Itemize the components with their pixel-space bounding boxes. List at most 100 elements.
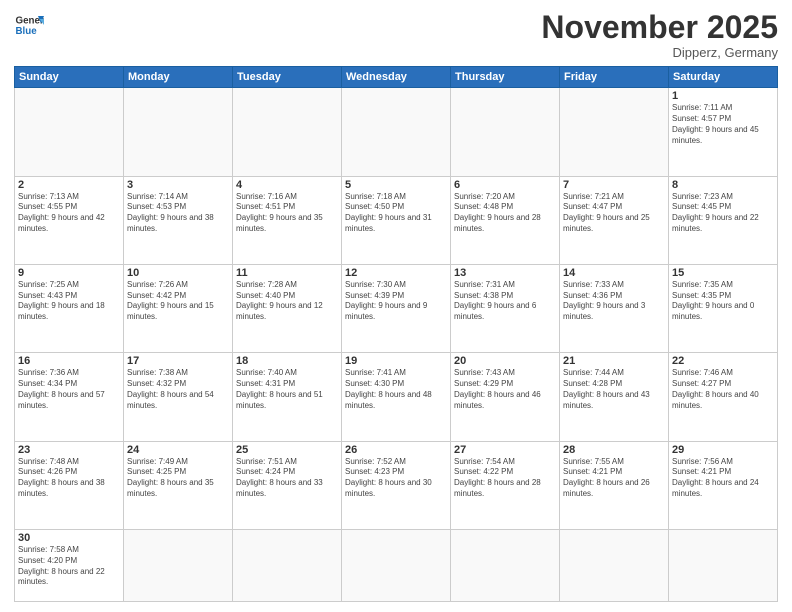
day-info: Sunrise: 7:55 AMSunset: 4:21 PMDaylight:… xyxy=(563,457,665,500)
table-row: 23 Sunrise: 7:48 AMSunset: 4:26 PMDaylig… xyxy=(15,441,778,529)
day-1: 1 Sunrise: 7:11 AMSunset: 4:57 PMDayligh… xyxy=(669,88,778,176)
day-number: 15 xyxy=(672,267,774,279)
day-number: 27 xyxy=(454,444,556,456)
day-17: 17 Sunrise: 7:38 AMSunset: 4:32 PMDaylig… xyxy=(124,353,233,441)
day-info: Sunrise: 7:38 AMSunset: 4:32 PMDaylight:… xyxy=(127,368,229,411)
day-info: Sunrise: 7:26 AMSunset: 4:42 PMDaylight:… xyxy=(127,280,229,323)
day-info: Sunrise: 7:23 AMSunset: 4:45 PMDaylight:… xyxy=(672,192,774,235)
table-row: 2 Sunrise: 7:13 AMSunset: 4:55 PMDayligh… xyxy=(15,176,778,264)
generalblue-icon: General Blue xyxy=(14,10,44,40)
day-info: Sunrise: 7:21 AMSunset: 4:47 PMDaylight:… xyxy=(563,192,665,235)
day-info: Sunrise: 7:48 AMSunset: 4:26 PMDaylight:… xyxy=(18,457,120,500)
day-9: 9 Sunrise: 7:25 AMSunset: 4:43 PMDayligh… xyxy=(15,264,124,352)
day-7: 7 Sunrise: 7:21 AMSunset: 4:47 PMDayligh… xyxy=(560,176,669,264)
empty-cell xyxy=(451,88,560,176)
day-number: 18 xyxy=(236,355,338,367)
day-number: 30 xyxy=(18,532,120,544)
day-info: Sunrise: 7:13 AMSunset: 4:55 PMDaylight:… xyxy=(18,192,120,235)
day-number: 8 xyxy=(672,179,774,191)
day-number: 2 xyxy=(18,179,120,191)
day-14: 14 Sunrise: 7:33 AMSunset: 4:36 PMDaylig… xyxy=(560,264,669,352)
day-11: 11 Sunrise: 7:28 AMSunset: 4:40 PMDaylig… xyxy=(233,264,342,352)
day-23: 23 Sunrise: 7:48 AMSunset: 4:26 PMDaylig… xyxy=(15,441,124,529)
day-20: 20 Sunrise: 7:43 AMSunset: 4:29 PMDaylig… xyxy=(451,353,560,441)
day-5: 5 Sunrise: 7:18 AMSunset: 4:50 PMDayligh… xyxy=(342,176,451,264)
day-info: Sunrise: 7:49 AMSunset: 4:25 PMDaylight:… xyxy=(127,457,229,500)
day-number: 29 xyxy=(672,444,774,456)
day-info: Sunrise: 7:56 AMSunset: 4:21 PMDaylight:… xyxy=(672,457,774,500)
day-info: Sunrise: 7:51 AMSunset: 4:24 PMDaylight:… xyxy=(236,457,338,500)
day-info: Sunrise: 7:46 AMSunset: 4:27 PMDaylight:… xyxy=(672,368,774,411)
day-number: 4 xyxy=(236,179,338,191)
day-29: 29 Sunrise: 7:56 AMSunset: 4:21 PMDaylig… xyxy=(669,441,778,529)
day-number: 9 xyxy=(18,267,120,279)
day-number: 10 xyxy=(127,267,229,279)
empty-cell xyxy=(451,529,560,601)
table-row: 1 Sunrise: 7:11 AMSunset: 4:57 PMDayligh… xyxy=(15,88,778,176)
day-number: 16 xyxy=(18,355,120,367)
day-info: Sunrise: 7:36 AMSunset: 4:34 PMDaylight:… xyxy=(18,368,120,411)
header-thursday: Thursday xyxy=(451,67,560,88)
day-info: Sunrise: 7:20 AMSunset: 4:48 PMDaylight:… xyxy=(454,192,556,235)
day-info: Sunrise: 7:58 AMSunset: 4:20 PMDaylight:… xyxy=(18,545,120,588)
day-10: 10 Sunrise: 7:26 AMSunset: 4:42 PMDaylig… xyxy=(124,264,233,352)
header-wednesday: Wednesday xyxy=(342,67,451,88)
empty-cell xyxy=(124,88,233,176)
day-13: 13 Sunrise: 7:31 AMSunset: 4:38 PMDaylig… xyxy=(451,264,560,352)
header-saturday: Saturday xyxy=(669,67,778,88)
day-info: Sunrise: 7:44 AMSunset: 4:28 PMDaylight:… xyxy=(563,368,665,411)
day-16: 16 Sunrise: 7:36 AMSunset: 4:34 PMDaylig… xyxy=(15,353,124,441)
day-info: Sunrise: 7:41 AMSunset: 4:30 PMDaylight:… xyxy=(345,368,447,411)
page: General Blue November 2025 Dipperz, Germ… xyxy=(0,0,792,612)
logo: General Blue xyxy=(14,10,44,40)
day-number: 12 xyxy=(345,267,447,279)
day-number: 26 xyxy=(345,444,447,456)
day-15: 15 Sunrise: 7:35 AMSunset: 4:35 PMDaylig… xyxy=(669,264,778,352)
day-4: 4 Sunrise: 7:16 AMSunset: 4:51 PMDayligh… xyxy=(233,176,342,264)
day-number: 25 xyxy=(236,444,338,456)
day-22: 22 Sunrise: 7:46 AMSunset: 4:27 PMDaylig… xyxy=(669,353,778,441)
table-row: 9 Sunrise: 7:25 AMSunset: 4:43 PMDayligh… xyxy=(15,264,778,352)
empty-cell xyxy=(669,529,778,601)
day-info: Sunrise: 7:16 AMSunset: 4:51 PMDaylight:… xyxy=(236,192,338,235)
day-number: 11 xyxy=(236,267,338,279)
day-info: Sunrise: 7:14 AMSunset: 4:53 PMDaylight:… xyxy=(127,192,229,235)
day-21: 21 Sunrise: 7:44 AMSunset: 4:28 PMDaylig… xyxy=(560,353,669,441)
day-number: 1 xyxy=(672,90,774,102)
svg-text:Blue: Blue xyxy=(16,26,38,37)
day-8: 8 Sunrise: 7:23 AMSunset: 4:45 PMDayligh… xyxy=(669,176,778,264)
empty-cell xyxy=(233,529,342,601)
empty-cell xyxy=(342,529,451,601)
day-info: Sunrise: 7:18 AMSunset: 4:50 PMDaylight:… xyxy=(345,192,447,235)
empty-cell xyxy=(124,529,233,601)
day-number: 28 xyxy=(563,444,665,456)
day-info: Sunrise: 7:28 AMSunset: 4:40 PMDaylight:… xyxy=(236,280,338,323)
header-monday: Monday xyxy=(124,67,233,88)
day-info: Sunrise: 7:40 AMSunset: 4:31 PMDaylight:… xyxy=(236,368,338,411)
day-number: 23 xyxy=(18,444,120,456)
day-number: 17 xyxy=(127,355,229,367)
empty-cell xyxy=(233,88,342,176)
header: General Blue November 2025 Dipperz, Germ… xyxy=(14,10,778,60)
table-row: 30 Sunrise: 7:58 AMSunset: 4:20 PMDaylig… xyxy=(15,529,778,601)
month-title: November 2025 xyxy=(541,10,778,45)
day-25: 25 Sunrise: 7:51 AMSunset: 4:24 PMDaylig… xyxy=(233,441,342,529)
day-number: 3 xyxy=(127,179,229,191)
day-info: Sunrise: 7:33 AMSunset: 4:36 PMDaylight:… xyxy=(563,280,665,323)
day-12: 12 Sunrise: 7:30 AMSunset: 4:39 PMDaylig… xyxy=(342,264,451,352)
day-27: 27 Sunrise: 7:54 AMSunset: 4:22 PMDaylig… xyxy=(451,441,560,529)
day-number: 22 xyxy=(672,355,774,367)
weekday-header-row: Sunday Monday Tuesday Wednesday Thursday… xyxy=(15,67,778,88)
empty-cell xyxy=(560,88,669,176)
day-info: Sunrise: 7:25 AMSunset: 4:43 PMDaylight:… xyxy=(18,280,120,323)
day-number: 6 xyxy=(454,179,556,191)
day-24: 24 Sunrise: 7:49 AMSunset: 4:25 PMDaylig… xyxy=(124,441,233,529)
day-number: 19 xyxy=(345,355,447,367)
empty-cell xyxy=(342,88,451,176)
day-3: 3 Sunrise: 7:14 AMSunset: 4:53 PMDayligh… xyxy=(124,176,233,264)
table-row: 16 Sunrise: 7:36 AMSunset: 4:34 PMDaylig… xyxy=(15,353,778,441)
day-info: Sunrise: 7:52 AMSunset: 4:23 PMDaylight:… xyxy=(345,457,447,500)
day-info: Sunrise: 7:35 AMSunset: 4:35 PMDaylight:… xyxy=(672,280,774,323)
day-2: 2 Sunrise: 7:13 AMSunset: 4:55 PMDayligh… xyxy=(15,176,124,264)
title-block: November 2025 Dipperz, Germany xyxy=(541,10,778,60)
